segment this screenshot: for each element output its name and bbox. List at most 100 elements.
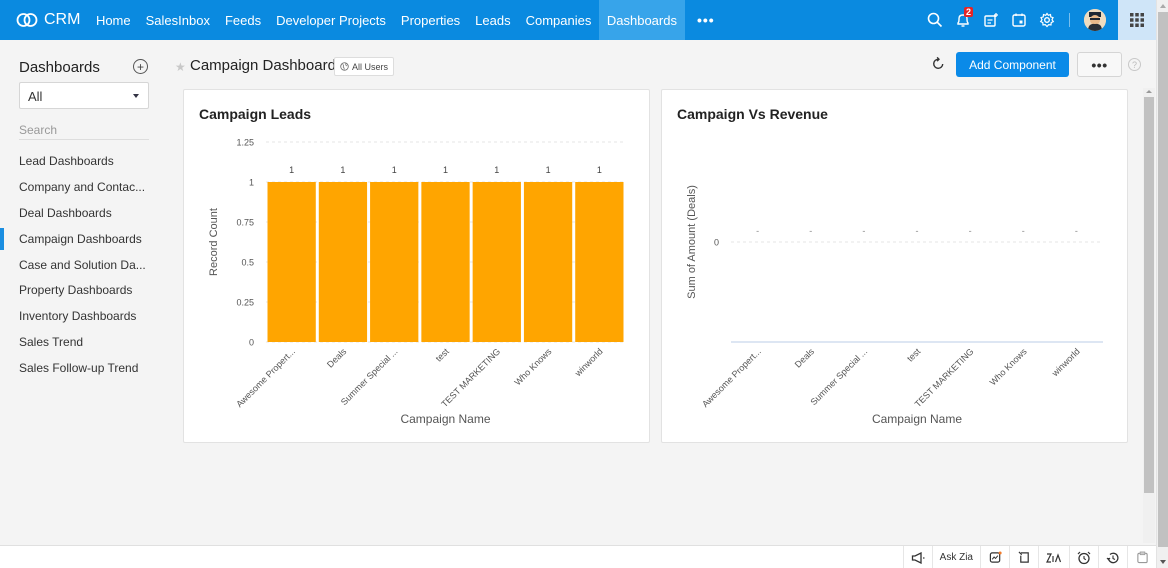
y-tick-label: 0.75: [236, 218, 254, 228]
dashboards-sidebar: Dashboards + All Lead DashboardsCompany …: [0, 40, 165, 545]
scroll-down-arrow[interactable]: [1160, 560, 1166, 564]
favorite-star-icon[interactable]: ★: [175, 60, 186, 74]
reminders-button[interactable]: [1069, 546, 1098, 568]
bar: [575, 182, 624, 342]
settings-icon: [1039, 12, 1055, 28]
recent-items-button[interactable]: [1098, 546, 1127, 568]
calendar-button[interactable]: [1005, 0, 1033, 40]
toolbar-divider: [1069, 13, 1070, 27]
nav-item-home[interactable]: Home: [88, 0, 138, 40]
x-tick-label: winworld: [1049, 346, 1082, 379]
dashboard-search-input[interactable]: [19, 120, 149, 140]
notes-button[interactable]: [1009, 546, 1038, 568]
x-tick-label: Awesome Propert...: [234, 346, 297, 409]
y-axis-label: Sum of Amount (Deals): [686, 185, 698, 299]
notifications-button[interactable]: 2: [949, 0, 977, 40]
nav-item-companies[interactable]: Companies: [518, 0, 599, 40]
sidebar-item[interactable]: Property Dashboards: [0, 277, 165, 303]
nav-item-dashboards[interactable]: Dashboards: [598, 0, 685, 40]
window-scrollbar[interactable]: [1156, 0, 1168, 568]
megaphone-icon: [911, 551, 925, 564]
crm-logo[interactable]: CRM: [0, 0, 88, 40]
x-tick-label: TEST MARKETING: [913, 346, 976, 409]
sidebar-item[interactable]: Lead Dashboards: [0, 148, 165, 174]
dashboard-filter-select[interactable]: All: [19, 82, 149, 109]
add-component-button[interactable]: Add Component: [956, 52, 1069, 77]
campaign-leads-chart: Record Count Campaign Name 0 0.25 0.5 0.75 1 1.…: [208, 138, 625, 426]
alarm-icon: [1077, 551, 1091, 564]
nav-item-feeds[interactable]: Feeds: [217, 0, 268, 40]
top-right-tools: 2: [921, 0, 1156, 40]
sidebar-item[interactable]: Company and Contac...: [0, 174, 165, 200]
data-label: -: [969, 226, 972, 236]
top-navigation-bar: CRM Home SalesInbox Feeds Developer Project…: [0, 0, 1156, 40]
sidebar-item[interactable]: Deal Dashboards: [0, 200, 165, 226]
x-tick-label: Summer Special ...: [339, 346, 400, 407]
apps-launcher-button[interactable]: [1118, 0, 1156, 40]
help-icon[interactable]: ?: [1128, 58, 1141, 71]
announcements-button[interactable]: [902, 546, 932, 568]
sidebar-item[interactable]: Case and Solution Da...: [0, 252, 165, 278]
content-scrollbar[interactable]: [1143, 88, 1155, 543]
campaign-leads-card: Campaign Leads Record Count Campaign Name…: [183, 89, 650, 443]
sidebar-item[interactable]: Campaign Dashboards: [0, 226, 165, 252]
data-label: -: [809, 226, 812, 236]
avatar-icon: [1084, 9, 1106, 31]
campaign-vs-revenue-chart: Sum of Amount (Deals) Campaign Name 0 - - - - -…: [686, 185, 1103, 426]
nav-item-salesinbox[interactable]: SalesInbox: [138, 0, 217, 40]
x-axis-label: Campaign Name: [400, 412, 490, 426]
clipboard-button[interactable]: [1127, 546, 1156, 568]
window-scrollbar-thumb[interactable]: [1158, 12, 1168, 547]
notes-icon: [1018, 551, 1029, 563]
y-tick-label: 0.25: [236, 298, 254, 308]
add-dashboard-button[interactable]: +: [133, 59, 148, 74]
refresh-button[interactable]: [931, 56, 946, 76]
notification-badge: 2: [964, 7, 974, 17]
main-nav: Home SalesInbox Feeds Developer Projects Pro…: [88, 0, 685, 40]
sidebar-item[interactable]: Sales Trend: [0, 329, 165, 355]
x-tick-label: winworld: [572, 346, 605, 379]
data-label: 1: [443, 165, 448, 175]
more-options-button[interactable]: •••: [1077, 52, 1122, 77]
bar: [318, 182, 368, 342]
data-label: 1: [546, 165, 551, 175]
scrollbar-thumb[interactable]: [1144, 97, 1154, 493]
add-note-icon: [984, 13, 998, 27]
scroll-up-arrow[interactable]: [1146, 90, 1152, 93]
sidebar-item[interactable]: Inventory Dashboards: [0, 303, 165, 329]
data-label: -: [862, 226, 865, 236]
x-axis-label: Campaign Name: [872, 412, 962, 426]
bar: [472, 182, 521, 342]
x-tick-label: test: [905, 346, 923, 364]
x-tick-label: Who Knows: [988, 346, 1029, 387]
search-button[interactable]: [921, 0, 949, 40]
refresh-icon: [933, 56, 944, 69]
scroll-up-arrow[interactable]: [1160, 4, 1166, 8]
y-axis-label: Record Count: [208, 208, 220, 276]
more-modules-button[interactable]: •••: [685, 0, 727, 40]
bottom-toolbar: Ask Zia: [0, 545, 1156, 568]
data-label: 1: [392, 165, 397, 175]
zia-button[interactable]: [1038, 546, 1069, 568]
bar: [523, 182, 573, 342]
bar: [267, 182, 316, 342]
settings-button[interactable]: [1033, 0, 1061, 40]
ask-zia-button[interactable]: Ask Zia: [931, 546, 980, 568]
nav-item-developer-projects[interactable]: Developer Projects: [269, 0, 394, 40]
y-tick-label: 1.25: [236, 138, 254, 148]
add-note-button[interactable]: [977, 0, 1005, 40]
visibility-badge[interactable]: All Users: [334, 57, 395, 76]
filter-value: All: [28, 89, 43, 104]
sidebar-item[interactable]: Sales Follow-up Trend: [0, 355, 165, 381]
y-tick-label: 0: [249, 338, 254, 348]
nav-item-leads[interactable]: Leads: [468, 0, 518, 40]
campaign-vs-revenue-card: Campaign Vs Revenue Sum of Amount (Deals…: [661, 89, 1128, 443]
x-tick-label: Who Knows: [512, 346, 553, 387]
data-label: -: [1075, 226, 1078, 236]
data-label: 1: [340, 165, 345, 175]
bar: [421, 182, 470, 342]
reports-button[interactable]: [980, 546, 1009, 568]
history-icon: [1106, 552, 1119, 563]
user-avatar[interactable]: [1084, 9, 1106, 31]
nav-item-properties[interactable]: Properties: [393, 0, 467, 40]
